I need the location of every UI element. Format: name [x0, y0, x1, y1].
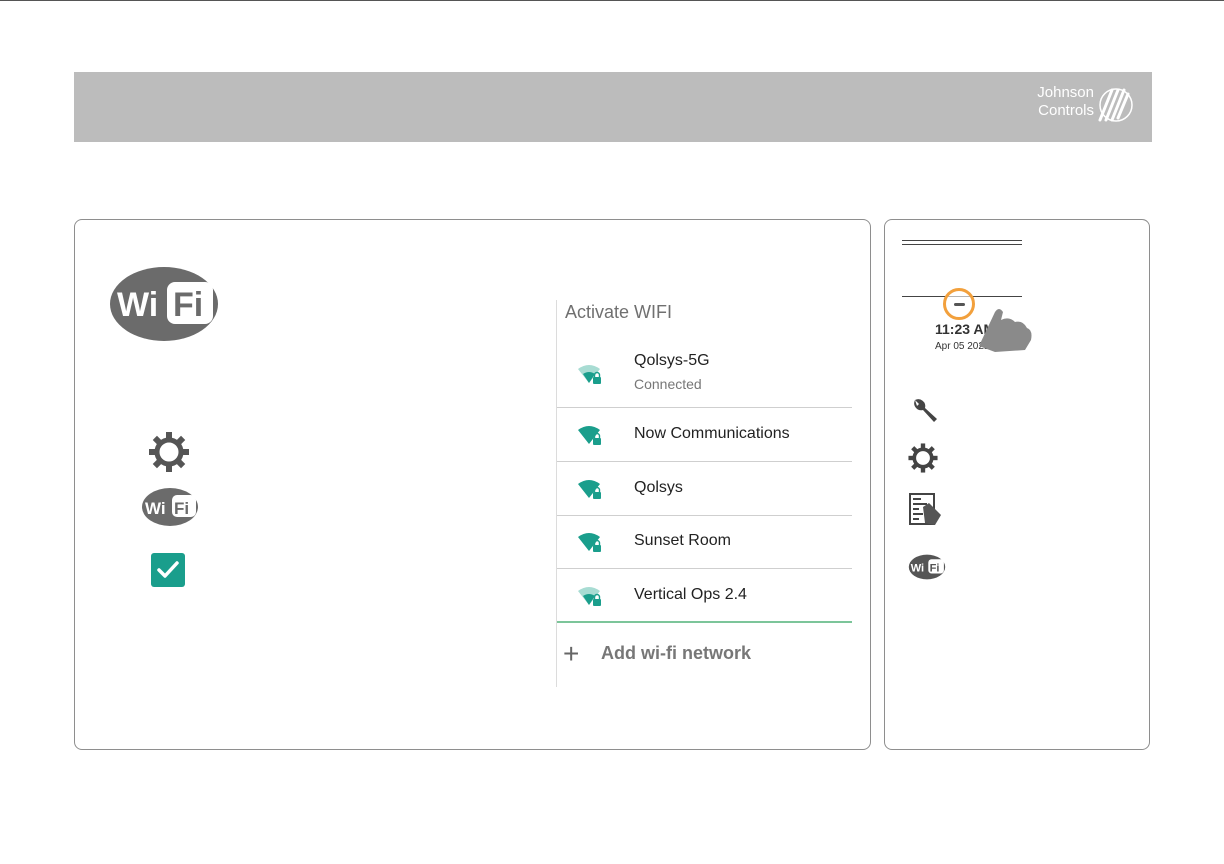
pulldown-handle[interactable] — [943, 288, 975, 320]
network-name: Now Communications — [634, 425, 790, 442]
wifi-logo-right: Fi — [173, 286, 203, 324]
main-card: Wi Fi Wi Fi Activate WIFI Qolsys-5G Conn… — [74, 219, 871, 750]
double-rule — [902, 240, 1022, 245]
checkbox-checked-icon — [151, 553, 185, 587]
svg-text:Fi: Fi — [930, 563, 940, 575]
plus-icon: + — [563, 638, 580, 669]
wifi-settings-screen: Activate WIFI Qolsys-5G Connected Now Co… — [556, 300, 853, 687]
wifi-badge-icon: Wi Fi — [908, 554, 946, 580]
wrench-icon — [914, 399, 937, 422]
wifi-signal-lock-icon — [578, 533, 601, 552]
brand-mark-icon — [1098, 88, 1133, 122]
svg-text:Fi: Fi — [174, 499, 189, 518]
svg-text:Wi: Wi — [911, 563, 924, 575]
wifi-logo-icon: Wi Fi — [110, 267, 218, 341]
network-row[interactable]: Qolsys — [557, 462, 852, 516]
wifi-signal-lock-icon — [578, 480, 601, 499]
side-card: 11:23 AM Apr 05 2021 Wi Fi — [884, 219, 1150, 750]
add-network-button[interactable]: + Add wi-fi network — [557, 638, 852, 678]
network-name: Qolsys-5G — [634, 352, 710, 369]
gear-icon — [908, 443, 938, 473]
gear-icon — [149, 432, 189, 472]
network-name: Sunset Room — [634, 532, 731, 549]
network-status: Connected — [634, 376, 702, 392]
brand-line1: Johnson — [1037, 84, 1094, 101]
network-name: Vertical Ops 2.4 — [634, 586, 747, 603]
header-band: Johnson Controls — [74, 72, 1152, 142]
wifi-signal-lock-icon — [578, 365, 601, 384]
handle-bar-icon — [954, 303, 965, 306]
add-network-label: Add wi-fi network — [601, 643, 751, 663]
top-rule — [0, 0, 1224, 1]
screen-title: Activate WIFI — [565, 302, 673, 322]
network-row[interactable]: Sunset Room — [557, 516, 852, 569]
johnson-controls-logo: Johnson Controls — [1012, 84, 1134, 134]
network-row[interactable]: Qolsys-5G Connected — [557, 342, 852, 408]
wifi-signal-lock-icon — [578, 587, 601, 606]
network-row[interactable]: Now Communications — [557, 408, 852, 462]
network-row[interactable]: Vertical Ops 2.4 — [557, 569, 852, 623]
wifi-signal-lock-icon — [578, 426, 601, 445]
svg-text:Wi: Wi — [145, 499, 166, 518]
panel-touch-icon — [909, 493, 941, 525]
pointing-hand-icon — [979, 309, 1032, 352]
network-name: Qolsys — [634, 479, 683, 496]
wifi-badge-icon: Wi Fi — [142, 488, 198, 526]
brand-line2: Controls — [1038, 102, 1094, 119]
wifi-logo-left: Wi — [117, 286, 158, 324]
